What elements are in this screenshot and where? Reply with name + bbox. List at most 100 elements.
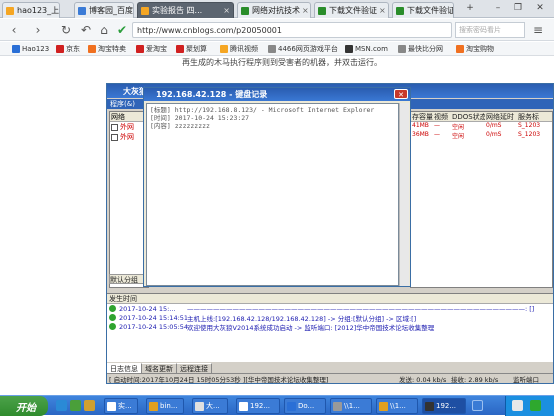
taskbar-overflow-icon[interactable]	[472, 400, 483, 411]
bookmark-label: MSN.com	[355, 45, 388, 53]
start-button[interactable]: 开始	[0, 396, 48, 416]
taskbar-item-label: \\1...	[344, 402, 360, 410]
taskbar-item-active[interactable]: 192...	[422, 398, 466, 414]
new-tab-icon[interactable]: +	[462, 3, 478, 13]
checkbox-icon[interactable]	[111, 133, 118, 141]
taskbar-item[interactable]: Do...	[284, 398, 326, 414]
quicklaunch-icon[interactable]	[70, 400, 81, 411]
bookmark-label: 爱淘宝	[146, 45, 167, 53]
browser-toolbar: ‹ › ↻ ↶ ⌂ ✔ http://www.cnblogs.com/p2005…	[0, 19, 554, 41]
host-table: 存容量 视频 DDOS状态 网络延时 服务标 41MB — 空闲 0/mS S_…	[410, 111, 553, 288]
tab-log[interactable]: 日志信息	[107, 363, 142, 373]
tab-label: 网络对抗技术	[252, 6, 300, 15]
restore-icon[interactable]: ❐	[510, 3, 526, 13]
ie-icon[interactable]	[56, 400, 67, 411]
browser-tab[interactable]: hao123_上...×	[2, 2, 60, 18]
column-header[interactable]: 服务标	[517, 112, 552, 121]
taskbar-item-label: 大...	[206, 402, 220, 410]
table-row[interactable]: 36MB — 空闲 0/mS S_1203	[411, 131, 552, 140]
taskbar-item[interactable]: \\1...	[376, 398, 418, 414]
forward-icon[interactable]: ›	[30, 22, 46, 38]
column-header[interactable]: DDOS状态	[451, 112, 485, 121]
keylog-line: [标题] http://192.168.8.123/ - Microsoft I…	[150, 106, 375, 114]
column-header[interactable]: 网络延时	[485, 112, 517, 121]
taskbar-item[interactable]: 大...	[192, 398, 228, 414]
bookmark-item[interactable]: Hao123	[12, 43, 49, 55]
close-tab-icon[interactable]: ×	[221, 6, 230, 15]
table-cell: S_1203	[518, 122, 541, 129]
browser-tab[interactable]: 网络对抗技术 ×	[237, 2, 311, 18]
search-input[interactable]: 搜索密码看片	[455, 22, 525, 38]
bookmark-item[interactable]: 京东	[56, 43, 80, 55]
dahui-status-bar: [ 启动时间:2017年10月24日 15时05分53秒 ][华中帝国技术论坛收…	[107, 373, 553, 384]
taskbar-item[interactable]: 192...	[236, 398, 280, 414]
group-label: 外网	[120, 123, 134, 131]
tray-icon[interactable]	[530, 400, 541, 411]
taskbar-item[interactable]: 实...	[104, 398, 138, 414]
browser-tab[interactable]: 下载文件验证 ×	[314, 2, 389, 18]
bookmark-label: 淘宝特卖	[98, 45, 126, 53]
quicklaunch-icon[interactable]	[84, 400, 95, 411]
menu-icon[interactable]: ≡	[530, 22, 546, 38]
bookmark-item[interactable]: MSN.com	[345, 43, 388, 55]
taskbar-item-label: 实...	[118, 402, 132, 410]
checkbox-icon[interactable]	[111, 123, 118, 131]
system-tray	[505, 396, 554, 416]
bookmark-item[interactable]: 聚划算	[176, 43, 207, 55]
bookmark-label: 4466网页游戏平台	[278, 45, 338, 53]
tab-label: 博客园_百度...	[89, 6, 133, 15]
status-start-time: [ 启动时间:2017年10月24日 15时05分53秒 ][华中帝国技术论坛收…	[109, 375, 329, 384]
bookmark-item[interactable]: 淘宝特卖	[88, 43, 126, 55]
refresh-icon[interactable]: ↻	[58, 22, 74, 38]
back-icon[interactable]: ‹	[6, 22, 22, 38]
undo-icon[interactable]: ↶	[78, 22, 94, 38]
browser-tab[interactable]: 博客园_百度...×	[74, 2, 134, 18]
keylogger-title-bar[interactable]: 192.168.42.128 - 键盘记录	[144, 88, 410, 101]
log-row[interactable]: 2017-10-24 15:05:54 欢迎使用大灰狼V2014系统成功启动 ->…	[107, 322, 553, 332]
address-bar[interactable]: http://www.cnblogs.com/p20050001	[132, 22, 452, 38]
home-icon[interactable]: ⌂	[96, 22, 112, 38]
table-cell: 0/mS	[486, 131, 502, 138]
close-window-icon[interactable]: ✕	[532, 3, 548, 13]
close-tab-icon[interactable]: ×	[300, 6, 309, 15]
bookmark-label: 最快比分网	[408, 45, 443, 53]
browser-tab[interactable]: 下载文件验证	[392, 2, 454, 18]
minimize-icon[interactable]: –	[490, 3, 506, 13]
keylog-line: [内容] zzzzzzzzz	[150, 122, 210, 130]
tab-domain-update[interactable]: 域名更新	[142, 363, 177, 373]
bookmark-item[interactable]: 腾讯视频	[220, 43, 258, 55]
bookmark-item[interactable]: 爱淘宝	[136, 43, 167, 55]
table-cell: 36MB	[412, 131, 429, 138]
browser-tab-active[interactable]: 实验报告 四... ×	[137, 2, 234, 18]
close-icon[interactable]: ✕	[394, 89, 408, 99]
taskbar-item[interactable]: bin...	[146, 398, 184, 414]
folder-icon	[149, 401, 158, 411]
tab-remote-connect[interactable]: 远程连接	[177, 363, 212, 373]
window-title: 192.168.42.128 - 键盘记录	[156, 90, 268, 99]
bookmark-item[interactable]: 最快比分网	[398, 43, 443, 55]
bookmark-item[interactable]: 淘宝购物	[456, 43, 494, 55]
menu-program[interactable]: 程序(&)	[110, 100, 135, 108]
favicon-icon	[78, 6, 86, 15]
table-row[interactable]: 41MB — 空闲 0/mS S_1203	[411, 122, 552, 131]
bookmark-icon	[456, 45, 464, 53]
word-icon	[287, 401, 296, 411]
tray-icon[interactable]	[512, 400, 523, 411]
bookmark-label: 京东	[66, 45, 80, 53]
success-icon	[109, 305, 116, 312]
keylogger-window: 192.168.42.128 - 键盘记录 ✕ [标题] http://192.…	[143, 87, 411, 287]
close-tab-icon[interactable]: ×	[377, 6, 386, 15]
bookmark-icon	[220, 45, 228, 53]
column-header[interactable]: 存容量	[411, 112, 433, 121]
bookmark-item[interactable]: 4466网页游戏平台	[268, 43, 338, 55]
taskbar: 开始 实... bin... 大... 192... Do... \\1... …	[0, 395, 554, 416]
taskbar-item[interactable]: \\1...	[330, 398, 372, 414]
log-time: 2017-10-24 15:05:54	[119, 322, 189, 331]
column-header[interactable]: 视频	[433, 112, 451, 121]
success-icon	[109, 314, 116, 321]
status-send-rate: 发送: 0.04 kb/s	[399, 375, 447, 384]
taskbar-item-label: 192...	[436, 402, 457, 410]
scrollbar[interactable]	[399, 103, 409, 286]
taskbar-item-label: Do...	[298, 402, 315, 410]
keylog-text-area[interactable]: [标题] http://192.168.8.123/ - Microsoft I…	[146, 103, 399, 286]
